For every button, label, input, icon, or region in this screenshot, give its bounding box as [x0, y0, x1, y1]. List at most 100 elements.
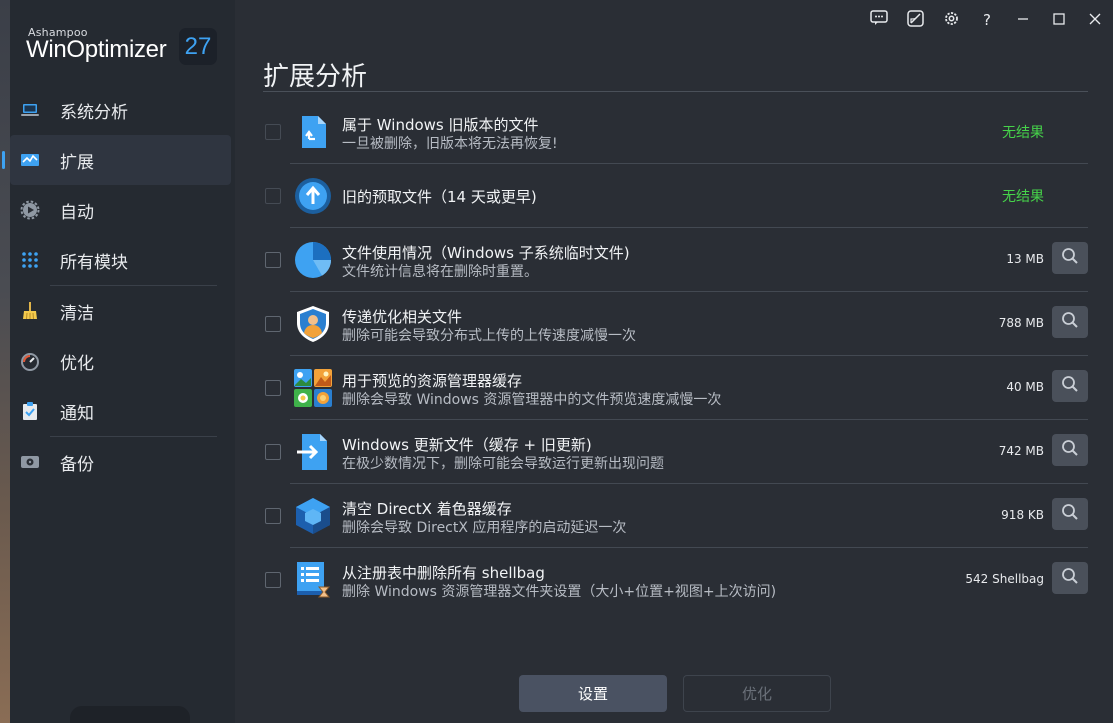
close-button[interactable]	[1077, 0, 1113, 40]
feedback-button[interactable]	[861, 0, 897, 40]
main-panel: ? 扩展分析 属于 Windows 旧版本的文件 一旦被删除，旧版本将无法再恢复…	[235, 0, 1113, 723]
item-description: 删除可能会导致分布式上传的上传速度减慢一次	[342, 328, 636, 344]
minimize-icon	[1017, 11, 1029, 29]
thumbnail-cache-icon	[294, 369, 332, 407]
details-button[interactable]	[1052, 370, 1088, 402]
close-icon	[1089, 11, 1101, 29]
sidebar-item-auto[interactable]: 自动	[10, 185, 235, 235]
sidebar-item-clean[interactable]: 清洁	[10, 286, 235, 336]
sidebar-footer-tab	[70, 706, 190, 723]
title-divider	[263, 91, 1088, 92]
sidebar-item-backup[interactable]: 备份	[10, 437, 235, 487]
magnifier-icon	[1061, 567, 1079, 589]
item-size: 918 KB	[1001, 508, 1044, 522]
item-title: 文件使用情况（Windows 子系统临时文件)	[342, 244, 630, 262]
details-button[interactable]	[1052, 242, 1088, 274]
item-title: Windows 更新文件（缓存 + 旧更新)	[342, 436, 592, 454]
help-icon: ?	[983, 11, 991, 29]
magnifier-icon	[1061, 503, 1079, 525]
item-checkbox[interactable]	[265, 188, 281, 204]
sidebar-item-label: 清洁	[60, 303, 94, 324]
pie-usage-icon	[294, 241, 332, 279]
maximize-icon	[1053, 11, 1065, 29]
optimize-button[interactable]: 优化	[683, 675, 831, 712]
item-checkbox[interactable]	[265, 572, 281, 588]
drive-icon	[20, 452, 40, 472]
sidebar-item-all-modules[interactable]: 所有模块	[10, 235, 235, 285]
page-title: 扩展分析	[263, 62, 368, 92]
item-description: 删除会导致 Windows 资源管理器中的文件预览速度减慢一次	[342, 392, 722, 408]
sidebar: Ashampoo WinOptimizer 27 系统分析 扩展 自动 所有模块	[2, 0, 235, 723]
item-description: 在极少数情况下，删除可能会导致运行更新出现问题	[342, 456, 664, 472]
item-status: 无结果	[1002, 189, 1044, 205]
item-size: 40 MB	[1006, 380, 1044, 394]
list-item: 文件使用情况（Windows 子系统临时文件) 文件统计信息将在删除时重置。 1…	[255, 228, 1088, 292]
magnifier-icon	[1061, 311, 1079, 333]
details-button[interactable]	[1052, 562, 1088, 594]
settings-icon	[943, 10, 960, 31]
list-item: 旧的预取文件（14 天或更早) 无结果	[255, 164, 1088, 228]
list-item: 清空 DirectX 着色器缓存 删除会导致 DirectX 应用程序的启动延迟…	[255, 484, 1088, 548]
maximize-button[interactable]	[1041, 0, 1077, 40]
list-item: Windows 更新文件（缓存 + 旧更新) 在极少数情况下，删除可能会导致运行…	[255, 420, 1088, 484]
details-button[interactable]	[1052, 434, 1088, 466]
directx-cube-icon	[294, 497, 332, 535]
details-button[interactable]	[1052, 306, 1088, 338]
list-item: 从注册表中删除所有 shellbag 删除 Windows 资源管理器文件夹设置…	[255, 548, 1088, 612]
item-size: 542 Shellbag	[965, 572, 1044, 586]
sidebar-item-notifications[interactable]: 通知	[10, 386, 235, 436]
item-checkbox[interactable]	[265, 124, 281, 140]
item-title: 旧的预取文件（14 天或更早)	[342, 188, 537, 206]
item-checkbox[interactable]	[265, 380, 281, 396]
settings-footer-button[interactable]: 设置	[519, 675, 667, 712]
minimize-button[interactable]	[1005, 0, 1041, 40]
item-checkbox[interactable]	[265, 508, 281, 524]
details-button[interactable]	[1052, 498, 1088, 530]
gear-play-icon	[20, 200, 40, 220]
item-status: 无结果	[1002, 125, 1044, 141]
title-bar: ?	[861, 0, 1113, 40]
sidebar-item-system-analysis[interactable]: 系统分析	[10, 85, 235, 135]
item-title: 清空 DirectX 着色器缓存	[342, 500, 512, 518]
item-checkbox[interactable]	[265, 444, 281, 460]
app-logo-text: WinOptimizer	[26, 36, 167, 63]
item-title: 从注册表中删除所有 shellbag	[342, 564, 545, 582]
item-checkbox[interactable]	[265, 316, 281, 332]
skin-button[interactable]	[897, 0, 933, 40]
list-item: 用于预览的资源管理器缓存 删除会导致 Windows 资源管理器中的文件预览速度…	[255, 356, 1088, 420]
laptop-icon	[20, 100, 40, 120]
magnifier-icon	[1061, 247, 1079, 269]
clipboard-check-icon	[20, 401, 40, 421]
list-item: 属于 Windows 旧版本的文件 一旦被删除，旧版本将无法再恢复! 无结果	[255, 100, 1088, 164]
item-description: 一旦被删除，旧版本将无法再恢复!	[342, 136, 558, 152]
monitor-chart-icon	[20, 150, 40, 170]
broom-icon	[20, 301, 40, 321]
list-item: 传递优化相关文件 删除可能会导致分布式上传的上传速度减慢一次 788 MB	[255, 292, 1088, 356]
sidebar-item-label: 扩展	[60, 152, 94, 173]
item-description: 删除会导致 DirectX 应用程序的启动延迟一次	[342, 520, 627, 536]
item-title: 用于预览的资源管理器缓存	[342, 372, 523, 390]
help-button[interactable]: ?	[969, 0, 1005, 40]
item-title: 传递优化相关文件	[342, 308, 463, 326]
update-file-icon	[294, 433, 332, 471]
item-checkbox[interactable]	[265, 252, 281, 268]
magnifier-icon	[1061, 375, 1079, 397]
item-size: 13 MB	[1006, 252, 1044, 266]
item-description: 删除 Windows 资源管理器文件夹设置（大小+位置+视图+上次访问)	[342, 584, 777, 600]
sidebar-item-label: 通知	[60, 403, 94, 424]
delivery-shield-icon	[294, 305, 332, 343]
version-badge: 27	[179, 28, 217, 65]
item-size: 788 MB	[998, 316, 1044, 330]
sidebar-item-extended[interactable]: 扩展	[2, 135, 231, 185]
skin-icon	[906, 9, 924, 31]
speedometer-icon	[20, 351, 40, 371]
prefetch-arrow-icon	[294, 177, 332, 215]
sidebar-item-optimize[interactable]: 优化	[10, 336, 235, 386]
sidebar-item-label: 所有模块	[60, 252, 128, 273]
settings-button[interactable]	[933, 0, 969, 40]
grid-dots-icon	[20, 250, 40, 270]
item-size: 742 MB	[998, 444, 1044, 458]
sidebar-item-label: 系统分析	[60, 102, 128, 123]
magnifier-icon	[1061, 439, 1079, 461]
item-description: 文件统计信息将在删除时重置。	[342, 264, 538, 280]
